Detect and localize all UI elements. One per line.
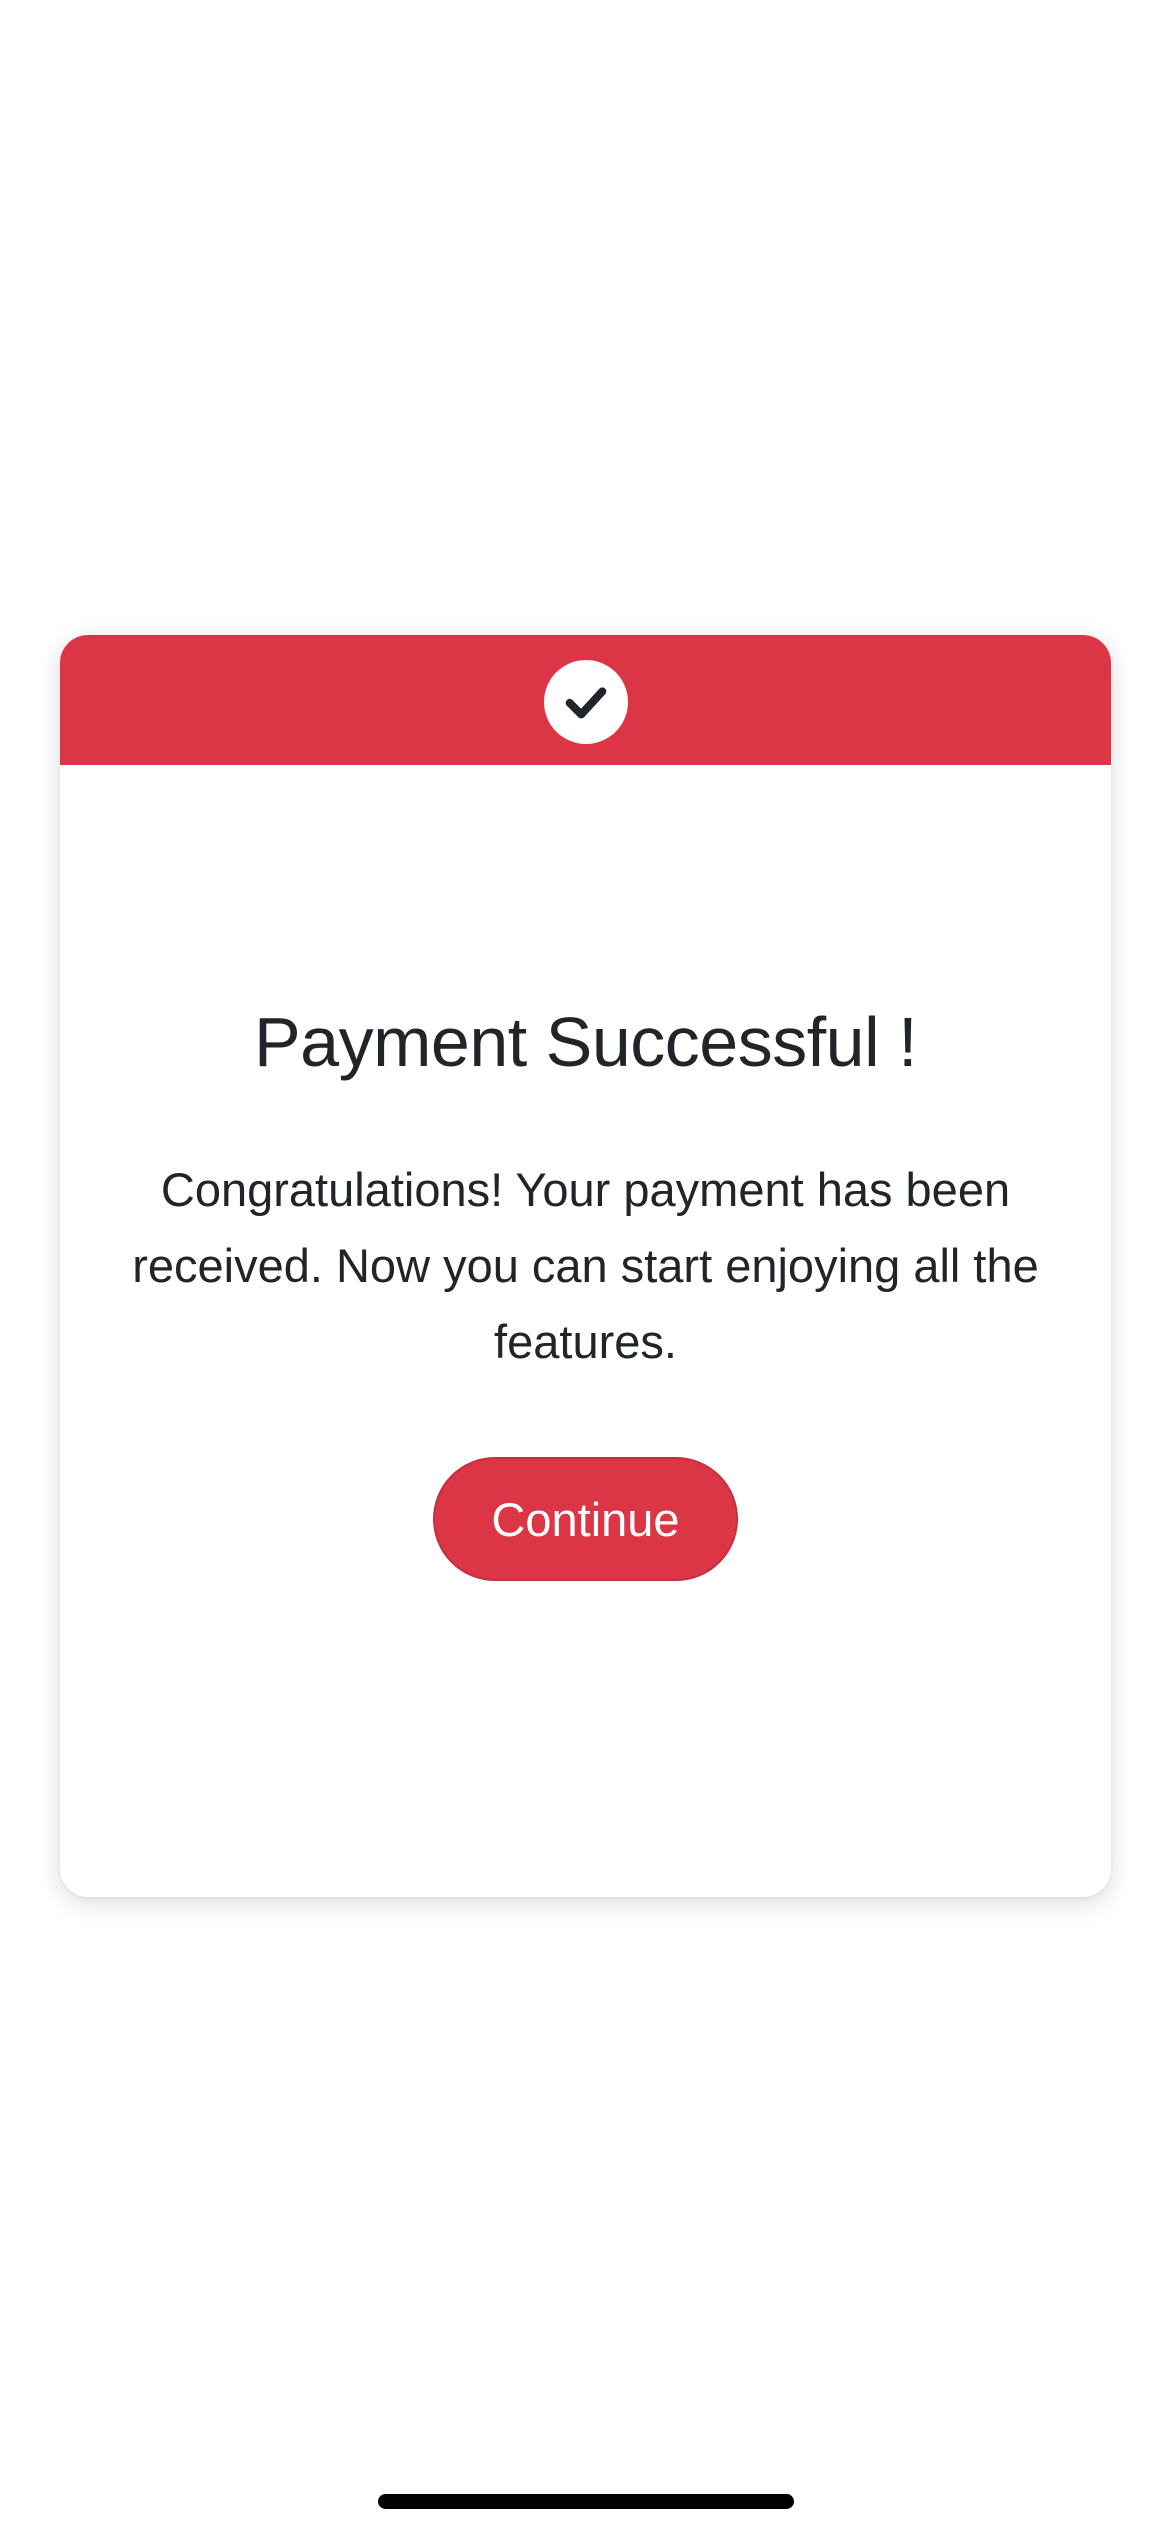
continue-button[interactable]: Continue <box>433 1457 738 1581</box>
home-indicator <box>378 2494 794 2509</box>
check-icon <box>543 660 628 744</box>
dialog-message: Congratulations! Your payment has been r… <box>132 1163 1039 1368</box>
dialog-header <box>60 635 1111 765</box>
payment-success-dialog: Payment Successful ! Congratulations! Yo… <box>60 635 1111 1897</box>
dialog-title: Payment Successful ! <box>253 1003 918 1081</box>
